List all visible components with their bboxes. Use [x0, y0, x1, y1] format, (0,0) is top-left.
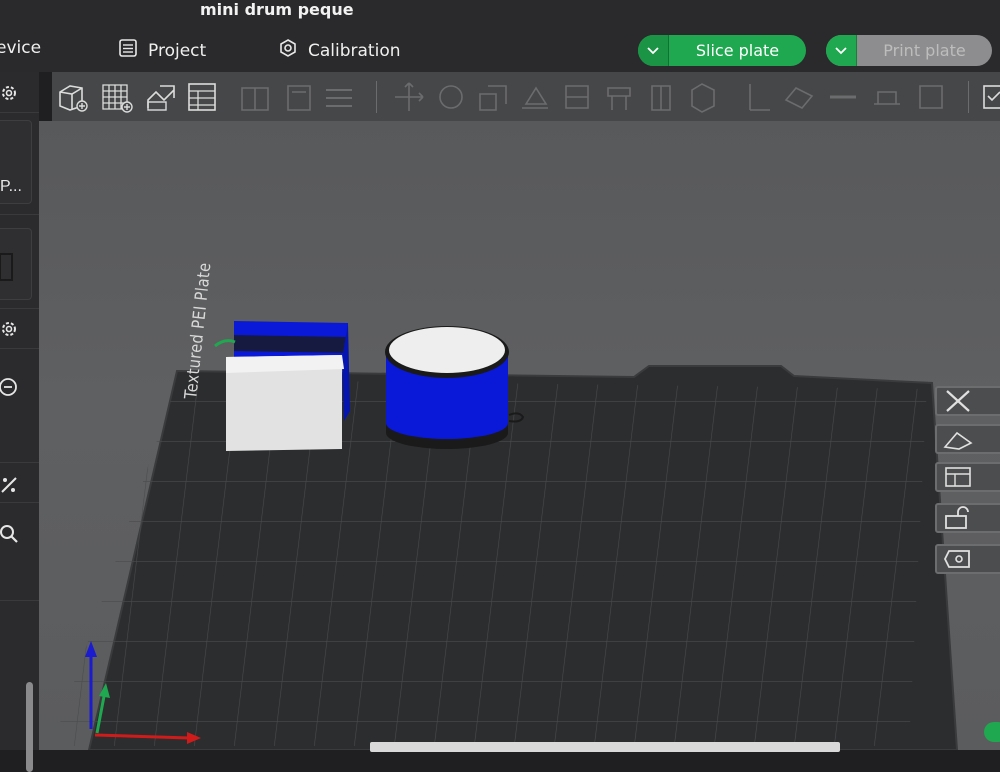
emboss-icon[interactable]	[914, 80, 948, 114]
sidebar-divider	[0, 348, 39, 349]
3d-viewport[interactable]	[39, 121, 1000, 750]
tab-calibration-label: Calibration	[308, 40, 401, 61]
tab-device-label: evice	[0, 38, 42, 58]
plate-settings-button[interactable]	[935, 544, 1000, 574]
sidebar-divider	[0, 600, 39, 601]
window-title: mini drum peque	[200, 0, 354, 19]
bottom-status-strip	[370, 742, 840, 752]
orient-icon	[943, 431, 973, 450]
compare-icon[interactable]	[0, 474, 22, 496]
tab-project[interactable]: Project	[118, 38, 206, 63]
sidebar-divider	[0, 462, 39, 463]
main-toolbar	[52, 72, 1000, 121]
lay-on-face-icon[interactable]	[518, 80, 552, 114]
arrange-plate-icon	[945, 467, 971, 487]
top-navigation: evice Project Calibration Slice plate Pr…	[0, 24, 1000, 72]
tab-calibration[interactable]: Calibration	[278, 38, 401, 63]
text-icon[interactable]	[686, 80, 720, 114]
printer-name-truncated: P...	[0, 178, 22, 195]
measure-icon[interactable]	[742, 80, 776, 114]
variable-layer-icon[interactable]	[870, 80, 904, 114]
arrange-plate-button[interactable]	[935, 462, 1000, 492]
split-icon[interactable]	[238, 80, 272, 114]
scene-canvas	[51, 321, 959, 750]
lock-plate-button[interactable]	[935, 503, 1000, 533]
slice-dropdown-chevron-icon[interactable]	[638, 35, 669, 66]
slice-plate-label: Slice plate	[695, 41, 780, 60]
unlock-icon	[945, 506, 969, 529]
close-icon	[946, 390, 970, 412]
plate-card[interactable]	[0, 228, 32, 300]
layers-icon[interactable]	[282, 80, 316, 114]
tab-device[interactable]: evice	[0, 38, 41, 58]
checklist-icon[interactable]	[980, 80, 1000, 114]
more-options-icon[interactable]	[0, 376, 22, 398]
add-cube-icon[interactable]	[56, 80, 90, 114]
plate-settings-icon	[943, 550, 970, 568]
calibration-icon	[278, 38, 298, 63]
project-icon	[118, 38, 138, 63]
status-toggle[interactable]	[984, 722, 1000, 742]
slice-plate-button[interactable]: Slice plate	[638, 35, 806, 66]
search-icon[interactable]	[0, 524, 22, 546]
cut-icon[interactable]	[560, 80, 594, 114]
auto-orient-icon[interactable]	[144, 80, 178, 114]
sidebar-divider	[0, 112, 39, 113]
brim-ears-icon[interactable]	[826, 80, 860, 114]
assembly-icon[interactable]	[782, 80, 816, 114]
left-sidebar: P...	[0, 72, 39, 772]
plate-thumb-icon	[0, 253, 13, 281]
sidebar-divider	[0, 214, 39, 215]
gear-icon[interactable]	[0, 82, 22, 104]
print-plate-label: Print plate	[883, 41, 966, 60]
sidebar-divider	[0, 502, 39, 503]
print-plate-button[interactable]: Print plate	[826, 35, 992, 66]
orient-plate-button[interactable]	[935, 424, 1000, 454]
seam-icon[interactable]	[644, 80, 678, 114]
align-icon[interactable]	[322, 80, 356, 114]
sidebar-divider	[0, 308, 39, 309]
scale-icon[interactable]	[476, 80, 510, 114]
tab-project-label: Project	[148, 40, 207, 61]
cube-model	[214, 321, 350, 451]
toolbar-divider	[376, 81, 377, 113]
print-dropdown-chevron-icon[interactable]	[826, 35, 857, 66]
rotate-icon[interactable]	[434, 80, 468, 114]
toolbar-divider	[968, 81, 969, 113]
move-icon[interactable]	[392, 80, 426, 114]
drum-model	[385, 326, 525, 449]
arrange-icon[interactable]	[186, 80, 220, 114]
filament-gear-icon[interactable]	[0, 318, 22, 340]
sidebar-scrollbar[interactable]	[26, 682, 33, 772]
support-icon[interactable]	[602, 80, 636, 114]
clear-plate-button[interactable]	[935, 386, 1000, 416]
title-bar: mini drum peque	[0, 0, 1000, 24]
add-grid-icon[interactable]	[100, 80, 134, 114]
